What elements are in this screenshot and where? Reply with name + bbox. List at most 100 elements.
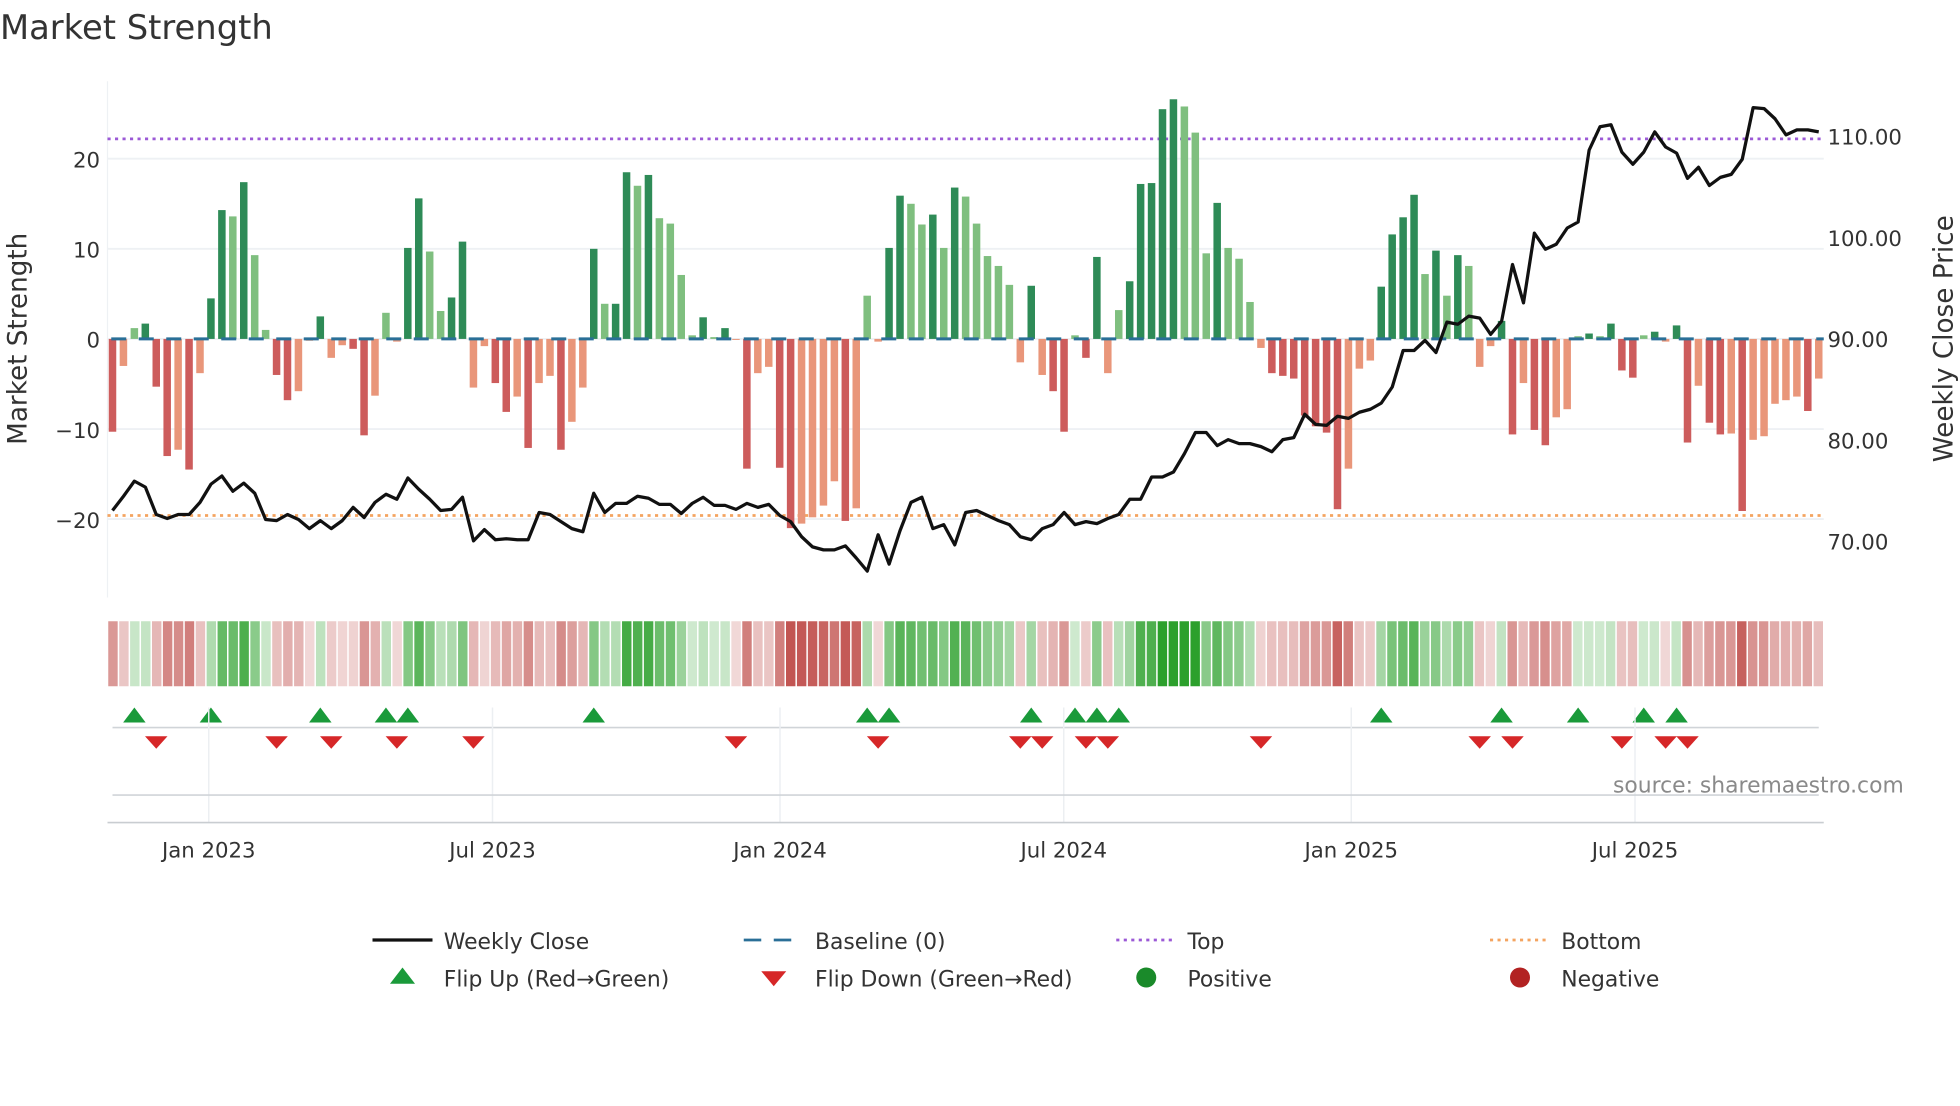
flip-up-marker bbox=[1370, 707, 1393, 723]
heatmap-cell bbox=[1266, 621, 1277, 687]
strength-bar bbox=[491, 338, 500, 384]
strength-bar bbox=[1475, 338, 1484, 367]
strength-bar bbox=[196, 338, 204, 374]
left-axis-ticks: 20 10 0 −10 −20 bbox=[55, 148, 100, 533]
strength-bar bbox=[1683, 338, 1692, 443]
heatmap-cell bbox=[1256, 621, 1266, 687]
heatmap-cell bbox=[1354, 621, 1364, 687]
heatmap-cell bbox=[250, 621, 260, 687]
heatmap-cell bbox=[1288, 621, 1299, 687]
heatmap-cell bbox=[1649, 621, 1660, 687]
strength-bar bbox=[404, 247, 412, 339]
strength-bar bbox=[1213, 202, 1221, 339]
strength-bar bbox=[1169, 99, 1178, 339]
heatmap-cell bbox=[1780, 621, 1791, 687]
y2-tick-label: 100.00 bbox=[1828, 227, 1902, 252]
heatmap-cell bbox=[348, 621, 359, 687]
strength-bar bbox=[557, 338, 565, 450]
y-tick-label: 20 bbox=[73, 148, 100, 173]
heatmap-cell bbox=[993, 621, 1004, 687]
heatmap-cell bbox=[1737, 621, 1747, 687]
heatmap-cell bbox=[1081, 621, 1091, 687]
heatmap-cell bbox=[1376, 621, 1386, 687]
strength-bar bbox=[896, 195, 904, 339]
flip-down-marker bbox=[145, 736, 168, 749]
strength-bar bbox=[786, 338, 795, 529]
strength-bar bbox=[1815, 338, 1823, 379]
heatmap-cell bbox=[283, 621, 293, 687]
heatmap-cell bbox=[1540, 621, 1550, 687]
heatmap-cell bbox=[796, 621, 807, 687]
strength-bar bbox=[1082, 338, 1090, 358]
legend-label: Flip Down (Green→Red) bbox=[815, 967, 1073, 992]
strength-bar bbox=[207, 298, 215, 339]
heatmap-cell bbox=[490, 621, 501, 687]
y2-tick-label: 110.00 bbox=[1828, 126, 1902, 151]
heatmap-cell bbox=[906, 621, 916, 687]
strength-bar bbox=[174, 338, 182, 450]
strength-bar bbox=[1202, 253, 1210, 339]
flip-down-marker bbox=[1249, 736, 1273, 749]
heatmap-cell bbox=[1059, 621, 1069, 687]
heatmap-cell bbox=[829, 621, 840, 687]
heatmap-cell bbox=[1343, 621, 1353, 687]
heatmap-cell bbox=[1463, 621, 1474, 687]
legend-negative-icon bbox=[1510, 967, 1530, 988]
market-strength-chart: Market Strength 20 10 0 −10 −20 110.00 100.00… bbox=[0, 8, 1960, 992]
flip-up-marker bbox=[123, 707, 146, 723]
heatmap-cell bbox=[917, 621, 927, 687]
strength-bar bbox=[1454, 255, 1462, 339]
heatmap-cell bbox=[468, 621, 479, 687]
x-tick-label: Jan 2025 bbox=[1302, 839, 1398, 864]
heatmap-cell bbox=[611, 621, 621, 687]
flip-down-marker bbox=[1009, 736, 1032, 749]
strength-bar bbox=[1716, 338, 1725, 435]
heatmap-cell bbox=[1398, 621, 1408, 687]
heatmap-cell bbox=[1015, 621, 1025, 687]
heatmap-cell bbox=[370, 621, 381, 687]
heatmap-cell bbox=[622, 621, 632, 687]
heatmap-cell bbox=[1573, 621, 1583, 687]
legend-label: Bottom bbox=[1561, 930, 1641, 955]
heatmap-cell bbox=[108, 621, 118, 687]
flip-down-marker bbox=[320, 736, 343, 749]
heatmap-cell bbox=[895, 621, 905, 687]
heatmap-cell bbox=[403, 621, 413, 687]
heatmap-cell bbox=[173, 621, 184, 687]
heatmap-cell bbox=[141, 621, 151, 687]
heatmap-cell bbox=[1124, 621, 1135, 687]
x-axis-ticks: Jan 2023 Jul 2023 Jan 2024 Jul 2024 Jan 2025… bbox=[107, 707, 1824, 864]
heatmap-cell bbox=[162, 621, 173, 687]
flip-down-marker bbox=[1610, 736, 1634, 749]
heatmap-cell bbox=[939, 621, 949, 687]
strength-bar bbox=[644, 174, 653, 339]
strength-bar bbox=[765, 338, 773, 367]
strength-bar bbox=[1268, 338, 1276, 374]
heatmap-cell bbox=[1474, 621, 1485, 687]
strength-bar bbox=[1191, 132, 1200, 339]
right-axis-label: Weekly Close Price bbox=[1930, 215, 1960, 462]
heatmap-cell bbox=[337, 621, 348, 687]
heatmap-cell bbox=[873, 621, 883, 687]
x-tick-label: Jan 2023 bbox=[160, 839, 256, 864]
strength-bar bbox=[152, 338, 160, 387]
heatmap-cell bbox=[1452, 621, 1463, 687]
strength-bar bbox=[961, 196, 970, 339]
heatmap-cell bbox=[272, 621, 282, 687]
strength-bar bbox=[1235, 258, 1243, 339]
strength-bar bbox=[590, 248, 598, 339]
x-tick-label: Jul 2023 bbox=[447, 839, 535, 864]
strength-bar bbox=[1038, 338, 1046, 375]
strength-bar bbox=[699, 317, 707, 339]
heatmap-cell bbox=[479, 621, 490, 687]
heatmap-cell bbox=[1769, 621, 1780, 687]
strength-bar bbox=[885, 247, 893, 339]
strength-bar bbox=[677, 274, 685, 339]
y-tick-label: 10 bbox=[73, 239, 100, 264]
strength-bar bbox=[1519, 338, 1528, 384]
heatmap-cell bbox=[1310, 621, 1321, 687]
flip-down-marker bbox=[462, 736, 485, 749]
heatmap-cell bbox=[665, 621, 676, 687]
strength-bar bbox=[283, 338, 292, 401]
strength-bar bbox=[1399, 217, 1407, 339]
